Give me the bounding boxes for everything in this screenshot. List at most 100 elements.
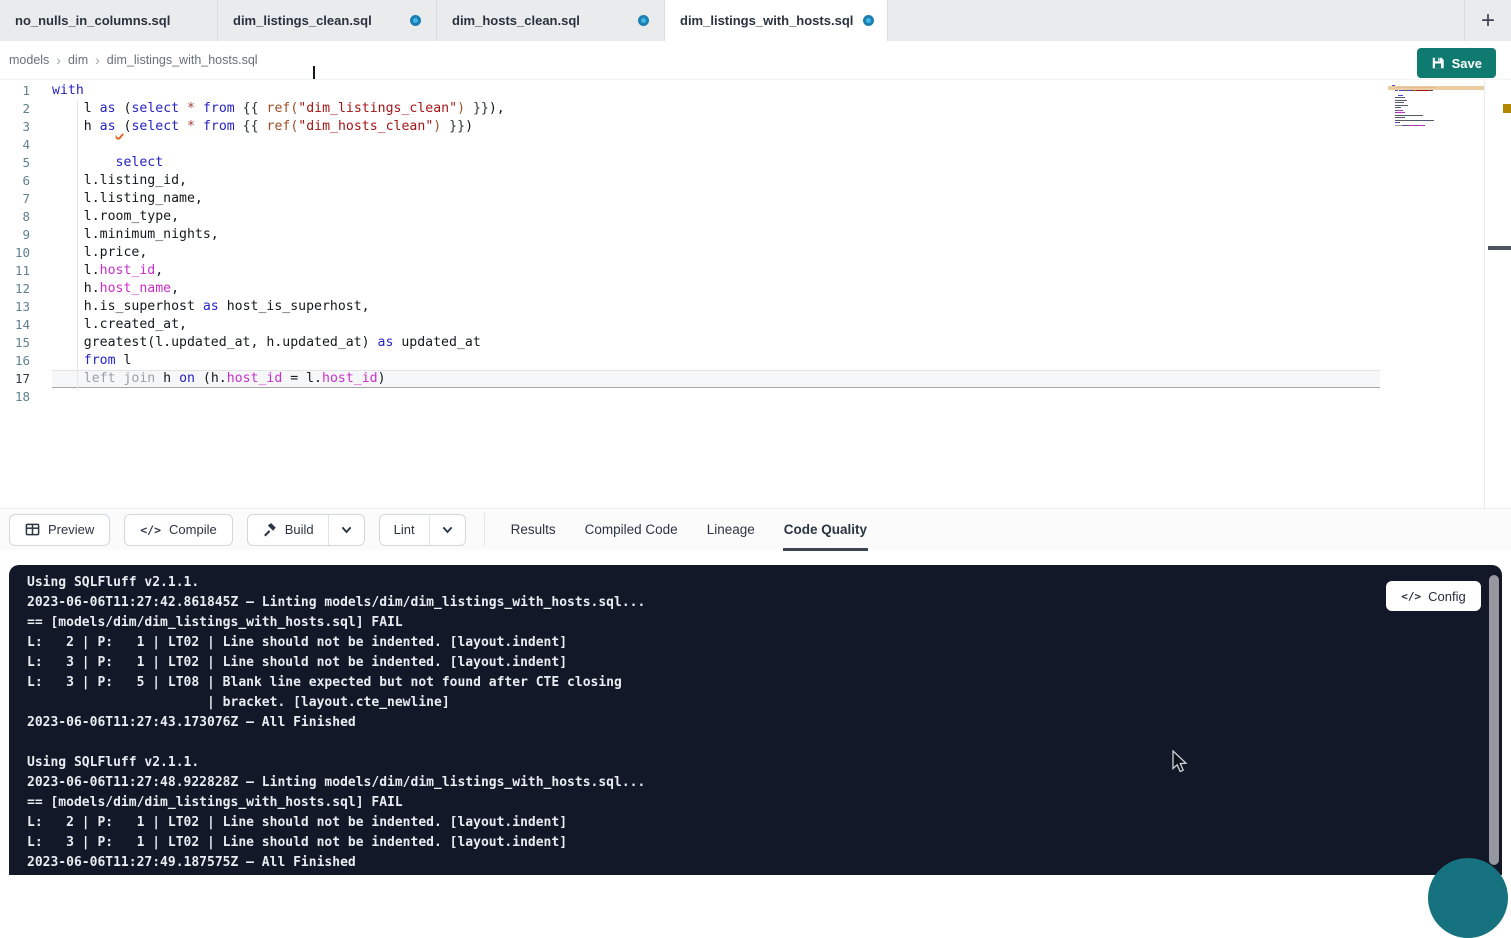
terminal-line: L: 2 | P: 1 | LT02 | Line should not be … xyxy=(27,633,645,653)
view-tab-results[interactable]: Results xyxy=(510,509,557,551)
terminal-line: Using SQLFluff v2.1.1. xyxy=(27,753,645,773)
view-tab-lineage[interactable]: Lineage xyxy=(706,509,756,551)
unsaved-changes-dot xyxy=(410,15,421,26)
unsaved-changes-dot xyxy=(863,15,874,26)
code-text: l.host_id, xyxy=(52,262,1380,280)
terminal-line: == [models/dim/dim_listings_with_hosts.s… xyxy=(27,793,645,813)
code-line[interactable]: 7 l.listing_name, xyxy=(0,190,1511,208)
code-text: l.room_type, xyxy=(52,208,1380,226)
file-tab-strip: no_nulls_in_columns.sql dim_listings_clea… xyxy=(0,0,1511,41)
line-number: 5 xyxy=(0,154,30,172)
code-line[interactable]: 1 with xyxy=(0,82,1511,100)
file-tab-label: dim_listings_with_hosts.sql xyxy=(680,13,853,28)
code-line[interactable]: 18 xyxy=(0,388,1511,406)
terminal-line: | bracket. [layout.cte_newline] xyxy=(27,693,645,713)
action-bar: Preview </> Compile Build Lint Results Co… xyxy=(0,508,1511,550)
file-tab[interactable]: dim_hosts_clean.sql xyxy=(437,0,665,41)
config-label: Config xyxy=(1428,589,1466,604)
file-tab[interactable]: no_nulls_in_columns.sql xyxy=(0,0,218,41)
line-number: 4 xyxy=(0,136,30,154)
save-label: Save xyxy=(1452,56,1482,71)
code-line[interactable]: 3 h as (select * from {{ ref("dim_hosts_… xyxy=(0,118,1511,136)
line-number: 14 xyxy=(0,316,30,334)
preview-button[interactable]: Preview xyxy=(9,514,110,546)
terminal-scrollbar[interactable] xyxy=(1489,575,1499,865)
code-line[interactable]: 9 l.minimum_nights, xyxy=(0,226,1511,244)
build-dropdown-button[interactable] xyxy=(328,515,364,545)
breadcrumb-separator-icon: › xyxy=(95,52,100,68)
code-text: h.is_superhost as host_is_superhost, xyxy=(52,298,1380,316)
code-text xyxy=(52,136,1380,154)
lint-label: Lint xyxy=(394,522,415,537)
new-tab-button[interactable]: + xyxy=(1464,0,1511,41)
indent-guide xyxy=(77,100,78,388)
help-floating-button[interactable] xyxy=(1428,858,1508,938)
line-number: 9 xyxy=(0,226,30,244)
file-tab-label: dim_hosts_clean.sql xyxy=(452,13,580,28)
code-editor[interactable]: 1 with2 l as (select * from {{ ref("dim_l… xyxy=(0,80,1511,508)
file-tab-label: no_nulls_in_columns.sql xyxy=(15,13,170,28)
breadcrumb-item: dim xyxy=(68,53,88,67)
line-number: 12 xyxy=(0,280,30,298)
line-number: 13 xyxy=(0,298,30,316)
code-rows: 1 with2 l as (select * from {{ ref("dim_l… xyxy=(0,82,1511,406)
view-tab-code-quality[interactable]: Code Quality xyxy=(783,509,868,551)
code-text: with xyxy=(52,82,1380,100)
compile-label: Compile xyxy=(169,522,217,537)
line-number: 2 xyxy=(0,100,30,118)
terminal-line: == [models/dim/dim_listings_with_hosts.s… xyxy=(27,613,645,633)
breadcrumb: models›dim›dim_listings_with_hosts.sql xyxy=(9,52,258,68)
minimap-panel[interactable] xyxy=(1388,84,1484,129)
line-number: 3 xyxy=(0,118,30,136)
terminal-line: L: 3 | P: 1 | LT02 | Line should not be … xyxy=(27,833,645,853)
table-grid-icon xyxy=(25,522,40,537)
code-line[interactable]: 11 l.host_id, xyxy=(0,262,1511,280)
breadcrumb-item: models xyxy=(9,53,49,67)
code-line[interactable]: 15 greatest(l.updated_at, h.updated_at) … xyxy=(0,334,1511,352)
save-button[interactable]: Save xyxy=(1417,48,1496,78)
build-button-group: Build xyxy=(247,514,365,546)
breadcrumb-bar: models›dim›dim_listings_with_hosts.sql S… xyxy=(0,41,1511,80)
code-line[interactable]: 14 l.created_at, xyxy=(0,316,1511,334)
view-tab-compiled-code[interactable]: Compiled Code xyxy=(584,509,679,551)
terminal-panel: Using SQLFluff v2.1.1.2023-06-06T11:27:4… xyxy=(9,565,1502,875)
code-text xyxy=(52,388,1380,406)
code-line[interactable]: 6 l.listing_id, xyxy=(0,172,1511,190)
hammer-icon xyxy=(262,522,277,537)
compile-button[interactable]: </> Compile xyxy=(124,514,232,546)
code-icon: </> xyxy=(1401,590,1421,603)
code-line[interactable]: 17 left join h on (h.host_id = l.host_id… xyxy=(0,370,1511,388)
config-button[interactable]: </> Config xyxy=(1386,581,1481,611)
terminal-line: L: 3 | P: 1 | LT02 | Line should not be … xyxy=(27,653,645,673)
code-line[interactable]: 8 l.room_type, xyxy=(0,208,1511,226)
code-text: l.price, xyxy=(52,244,1380,262)
chevron-down-icon xyxy=(441,523,454,536)
terminal-line: 2023-06-06T11:27:42.861845Z — Linting mo… xyxy=(27,593,645,613)
lint-dropdown-button[interactable] xyxy=(429,515,465,545)
terminal-line: 2023-06-06T11:27:48.922828Z — Linting mo… xyxy=(27,773,645,793)
lint-button-group: Lint xyxy=(379,514,466,546)
code-line[interactable]: 12 h.host_name, xyxy=(0,280,1511,298)
breadcrumb-separator-icon: › xyxy=(56,52,61,68)
code-line[interactable]: 2 l as (select * from {{ ref("dim_listin… xyxy=(0,100,1511,118)
code-text: from l xyxy=(52,352,1380,370)
file-tab[interactable]: dim_listings_with_hosts.sql xyxy=(665,0,888,41)
preview-label: Preview xyxy=(48,522,94,537)
code-line[interactable]: 16 from l xyxy=(0,352,1511,370)
code-line[interactable]: 10 l.price, xyxy=(0,244,1511,262)
build-label: Build xyxy=(285,522,314,537)
code-line[interactable]: 5 select xyxy=(0,154,1511,172)
code-text: select xyxy=(52,154,1380,172)
file-tab[interactable]: dim_listings_clean.sql xyxy=(218,0,437,41)
terminal-line: L: 2 | P: 1 | LT02 | Line should not be … xyxy=(27,813,645,833)
code-text: h as (select * from {{ ref("dim_hosts_cl… xyxy=(52,118,1380,136)
line-number: 1 xyxy=(0,82,30,100)
toolbar-divider xyxy=(484,513,485,547)
code-line[interactable]: 13 h.is_superhost as host_is_superhost, xyxy=(0,298,1511,316)
code-line[interactable]: 4 xyxy=(0,136,1511,154)
build-button[interactable]: Build xyxy=(248,515,328,545)
line-number: 6 xyxy=(0,172,30,190)
file-tab-bar: no_nulls_in_columns.sql dim_listings_clea… xyxy=(0,0,1511,41)
line-number: 7 xyxy=(0,190,30,208)
lint-button[interactable]: Lint xyxy=(380,515,429,545)
